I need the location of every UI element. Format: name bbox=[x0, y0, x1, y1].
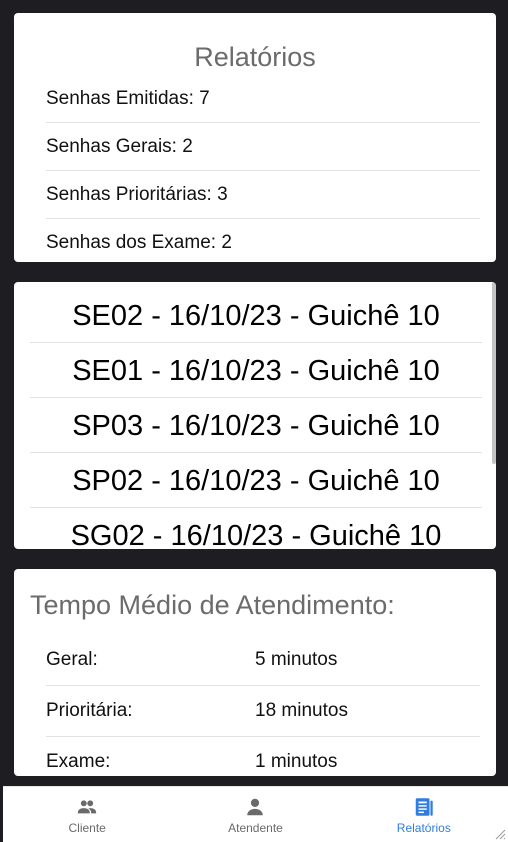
senha-item: SE02 - 16/10/23 - Guichê 10 bbox=[30, 288, 482, 343]
person-icon bbox=[247, 798, 264, 816]
report-icon bbox=[415, 798, 433, 816]
tempo-label: Geral: bbox=[46, 649, 98, 670]
senhas-list: SE02 - 16/10/23 - Guichê 10 SE01 - 16/10… bbox=[30, 288, 482, 549]
tempo-row-exame: Exame: 1 minutos bbox=[46, 737, 480, 776]
senha-item: SG02 - 16/10/23 - Guichê 10 bbox=[30, 508, 482, 549]
relatorio-item-gerais: Senhas Gerais: 2 bbox=[46, 123, 480, 171]
tab-relatorios[interactable]: Relatórios bbox=[340, 787, 508, 842]
relatorio-item-exame: Senhas dos Exame: 2 bbox=[46, 232, 232, 253]
tempo-value: 5 minutos bbox=[255, 649, 338, 670]
relatorios-card: Relatórios Senhas Emitidas: 7 Senhas Ger… bbox=[14, 13, 496, 262]
resize-grip-icon[interactable] bbox=[492, 826, 506, 840]
tempo-medio-card: Tempo Médio de Atendimento: Geral: 5 min… bbox=[14, 569, 496, 776]
senhas-list-card[interactable]: SE02 - 16/10/23 - Guichê 10 SE01 - 16/10… bbox=[14, 282, 496, 549]
senhas-scrollbar[interactable] bbox=[492, 282, 496, 464]
tab-cliente[interactable]: Cliente bbox=[3, 787, 171, 842]
tempo-value: 18 minutos bbox=[255, 700, 348, 721]
tempo-row-geral: Geral: 5 minutos bbox=[46, 635, 480, 686]
tab-label: Cliente bbox=[68, 821, 106, 835]
senha-item: SE01 - 16/10/23 - Guichê 10 bbox=[30, 343, 482, 398]
tempo-row-prioritaria: Prioritária: 18 minutos bbox=[46, 686, 480, 737]
tempo-medio-list: Geral: 5 minutos Prioritária: 18 minutos… bbox=[46, 635, 480, 776]
tab-label: Atendente bbox=[228, 821, 283, 835]
senha-item: SP02 - 16/10/23 - Guichê 10 bbox=[30, 453, 482, 508]
tempo-value: 1 minutos bbox=[255, 751, 338, 772]
tab-atendente[interactable]: Atendente bbox=[171, 787, 339, 842]
senha-item: SP03 - 16/10/23 - Guichê 10 bbox=[30, 398, 482, 453]
bottom-nav: Cliente Atendente Relatórios bbox=[3, 786, 508, 842]
tab-label: Relatórios bbox=[396, 821, 451, 835]
relatorio-item-prioritarias: Senhas Prioritárias: 3 bbox=[46, 171, 480, 219]
relatorios-list: Senhas Emitidas: 7 Senhas Gerais: 2 Senh… bbox=[46, 87, 480, 262]
relatorio-item-emitidas: Senhas Emitidas: 7 bbox=[46, 87, 480, 123]
tempo-medio-title: Tempo Médio de Atendimento: bbox=[30, 590, 395, 620]
tempo-label: Exame: bbox=[46, 751, 111, 772]
relatorios-title: Relatórios bbox=[194, 42, 316, 72]
tempo-label: Prioritária: bbox=[46, 700, 133, 721]
people-icon bbox=[77, 800, 97, 814]
